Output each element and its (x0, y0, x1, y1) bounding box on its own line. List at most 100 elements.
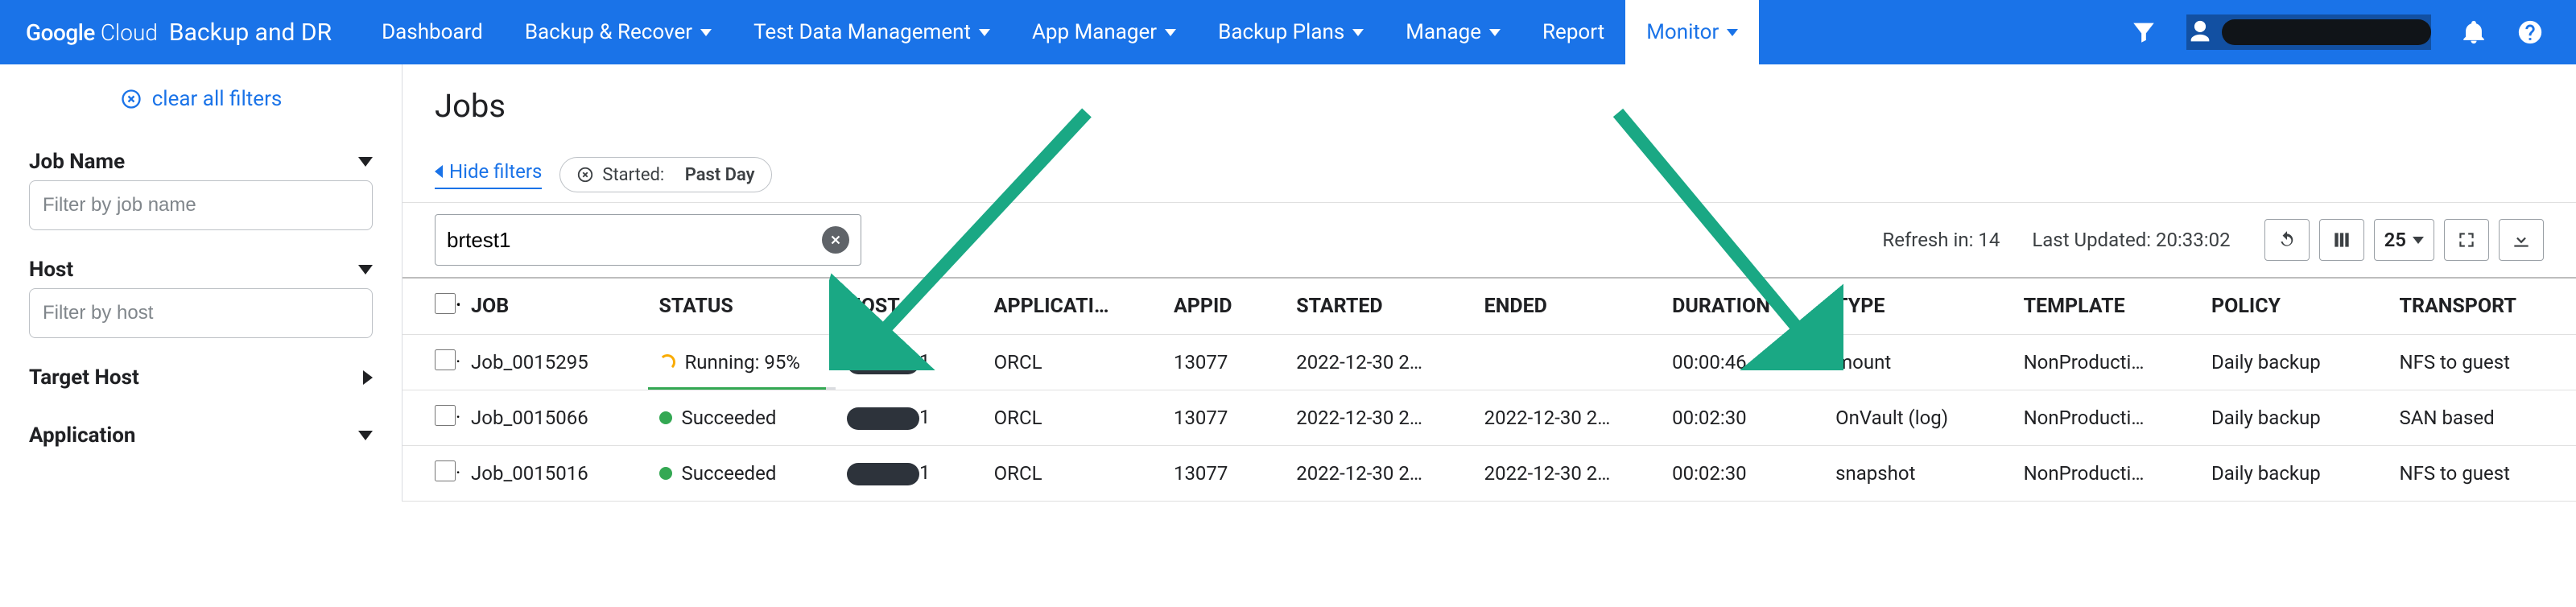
cell-ended: 2022-12-30 2… (1473, 446, 1661, 502)
last-updated-time: 20:33:02 (2156, 229, 2231, 251)
status-text: Succeeded (682, 462, 777, 485)
fullscreen-icon (2456, 229, 2477, 250)
page-title: Jobs (402, 87, 2576, 157)
filter-job-name-input[interactable] (29, 180, 373, 230)
chevron-down-icon (1489, 29, 1501, 36)
close-icon (576, 166, 594, 184)
nav-report[interactable]: Report (1521, 0, 1625, 64)
filter-sidebar: clear all filters Job Name Host Target H… (0, 64, 402, 502)
filter-chip-started[interactable]: Started: Past Day (559, 157, 771, 192)
row-checkbox[interactable] (435, 460, 456, 481)
clear-icon (120, 88, 142, 110)
col-policy[interactable]: POLICY (2200, 279, 2388, 335)
filter-target-host-toggle[interactable]: Target Host (29, 359, 373, 396)
cell-type: snapshot (1824, 446, 2012, 502)
col-appid[interactable]: APPID (1162, 279, 1285, 335)
nav-backup-plans[interactable]: Backup Plans (1197, 0, 1385, 64)
row-checkbox[interactable] (435, 349, 456, 370)
download-icon (2511, 229, 2532, 250)
col-application[interactable]: APPLICATI… (983, 279, 1162, 335)
col-host[interactable]: HOST (836, 279, 983, 335)
col-type[interactable]: TYPE (1824, 279, 2012, 335)
cell-started: 2022-12-30 2… (1285, 335, 1472, 390)
col-duration[interactable]: DURATION (1661, 279, 1824, 335)
bell-icon[interactable] (2460, 19, 2487, 46)
user-name-redacted (2222, 19, 2431, 45)
filter-job-name-toggle[interactable]: Job Name (29, 143, 373, 180)
nav-right-icons (2130, 14, 2544, 50)
help-icon[interactable] (2516, 19, 2544, 46)
cell-duration: 00:02:30 (1661, 390, 1824, 446)
refresh-meta: Refresh in: 14 Last Updated: 20:33:02 (1882, 229, 2230, 251)
page-size-select[interactable]: 25 (2374, 219, 2434, 261)
brand[interactable]: Google Cloud Backup and DR (26, 19, 332, 47)
cell-application: ORCL (983, 335, 1162, 390)
cell-appid: 13077 (1162, 335, 1285, 390)
nav-monitor[interactable]: Monitor (1625, 0, 1759, 64)
nav-test-data[interactable]: Test Data Management (733, 0, 1011, 64)
hide-filters-link[interactable]: Hide filters (435, 160, 542, 189)
jobs-table: JOB STATUS HOST APPLICATI… APPID STARTED… (402, 279, 2576, 502)
cell-transport: NFS to guest (2388, 335, 2576, 390)
nav-backup-recover[interactable]: Backup & Recover (504, 0, 733, 64)
col-transport[interactable]: TRANSPORT (2388, 279, 2576, 335)
search-input[interactable] (447, 228, 822, 253)
chevron-left-icon (435, 165, 443, 178)
status-dot-icon (659, 467, 672, 480)
cell-ended (1473, 335, 1661, 390)
spinner-icon (659, 354, 675, 370)
nav-manage[interactable]: Manage (1385, 0, 1521, 64)
cell-host: 1 (836, 390, 983, 446)
filter-host-input[interactable] (29, 288, 373, 338)
col-job[interactable]: JOB (460, 279, 647, 335)
filter-icon[interactable] (2130, 19, 2157, 46)
clear-search-button[interactable] (822, 226, 849, 254)
nav-app-manager[interactable]: App Manager (1011, 0, 1197, 64)
user-chip[interactable] (2186, 14, 2431, 50)
brand-product: Backup and DR (169, 19, 332, 47)
cell-host: 1 (836, 335, 983, 390)
fullscreen-button[interactable] (2444, 219, 2489, 261)
cell-job: Job_0015016 (460, 446, 647, 502)
cell-transport: NFS to guest (2388, 446, 2576, 502)
cell-type: OnVault (log) (1824, 390, 2012, 446)
col-template[interactable]: TEMPLATE (2013, 279, 2200, 335)
table-row[interactable]: Job_0015016 Succeeded 1 ORCL 13077 2022-… (402, 446, 2576, 502)
cell-appid: 13077 (1162, 446, 1285, 502)
top-navbar: Google Cloud Backup and DR Dashboard Bac… (0, 0, 2576, 64)
cell-started: 2022-12-30 2… (1285, 446, 1472, 502)
host-redacted (847, 463, 919, 485)
filter-application-toggle[interactable]: Application (29, 417, 373, 454)
cell-application: ORCL (983, 390, 1162, 446)
select-all-checkbox[interactable] (435, 293, 456, 314)
cell-status: Succeeded (648, 390, 836, 446)
col-ended[interactable]: ENDED (1473, 279, 1661, 335)
nav-dashboard[interactable]: Dashboard (361, 0, 504, 64)
filter-host-toggle[interactable]: Host (29, 251, 373, 288)
chevron-down-icon (2413, 237, 2424, 244)
main-content: Jobs Hide filters Started: Past Day Refr… (402, 64, 2576, 502)
refresh-button[interactable] (2264, 219, 2310, 261)
filter-host: Host (29, 251, 373, 338)
col-started[interactable]: STARTED (1285, 279, 1472, 335)
columns-button[interactable] (2319, 219, 2364, 261)
cell-policy: Daily backup (2200, 446, 2388, 502)
col-status[interactable]: STATUS (648, 279, 836, 335)
cell-application: ORCL (983, 446, 1162, 502)
close-icon (828, 233, 843, 247)
user-icon (2186, 19, 2214, 46)
table-row[interactable]: Job_0015295 Running: 95% 1 ORCL 13077 20… (402, 335, 2576, 390)
search-box (435, 214, 861, 266)
cell-policy: Daily backup (2200, 390, 2388, 446)
table-row[interactable]: Job_0015066 Succeeded 1 ORCL 13077 2022-… (402, 390, 2576, 446)
row-checkbox[interactable] (435, 405, 456, 426)
host-redacted (847, 407, 919, 430)
cell-host: 1 (836, 446, 983, 502)
refresh-countdown: 14 (1978, 229, 2000, 251)
filter-target-host: Target Host (29, 359, 373, 396)
chevron-down-icon (979, 29, 990, 36)
download-button[interactable] (2499, 219, 2544, 261)
cell-ended: 2022-12-30 2… (1473, 390, 1661, 446)
clear-all-filters-link[interactable]: clear all filters (29, 87, 373, 111)
table-header-row: JOB STATUS HOST APPLICATI… APPID STARTED… (402, 279, 2576, 335)
